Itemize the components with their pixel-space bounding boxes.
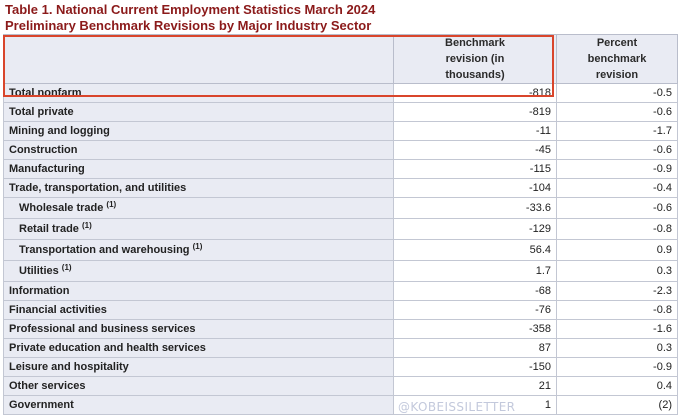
row-revision: -33.6 [393, 197, 557, 219]
row-label-text: Mining and logging [9, 125, 110, 137]
table-row: Total nonfarm -818 -0.5 [3, 83, 678, 103]
row-label: Trade, transportation, and utilities [3, 178, 394, 198]
watermark: @KOBEISSILETTER [398, 400, 516, 414]
table-row: Leisure and hospitality -150 -0.9 [3, 357, 678, 377]
row-percent: -0.9 [556, 159, 678, 179]
row-percent: -0.4 [556, 178, 678, 198]
row-label-text: Manufacturing [9, 163, 85, 175]
footnote-marker: (1) [81, 221, 92, 230]
row-percent: -0.5 [556, 83, 678, 103]
table-row: Professional and business services -358 -1… [3, 319, 678, 339]
row-percent: -0.6 [556, 140, 678, 160]
header-label [3, 34, 394, 84]
table-row: Retail trade (1) -129 -0.8 [3, 218, 678, 240]
row-label: Wholesale trade (1) [3, 197, 394, 219]
row-label-text: Professional and business services [9, 323, 196, 335]
row-label: Other services [3, 376, 394, 396]
row-label-text: Other services [9, 380, 86, 392]
footnote-marker: (1) [192, 242, 203, 251]
table-subtitle: Preliminary Benchmark Revisions by Major… [5, 18, 372, 33]
row-percent: -0.8 [556, 300, 678, 320]
row-revision: -104 [393, 178, 557, 198]
row-percent: -0.9 [556, 357, 678, 377]
row-label-text: Leisure and hospitality [9, 361, 129, 373]
row-label-text: Wholesale trade [19, 202, 104, 214]
benchmark-revisions-table: Benchmark revision (in thousands) Percen… [3, 34, 678, 415]
row-label: Financial activities [3, 300, 394, 320]
row-label: Private education and health services [3, 338, 394, 358]
row-label-text: Transportation and warehousing [19, 244, 190, 256]
table-row: Information -68 -2.3 [3, 281, 678, 301]
table-row: Mining and logging -11 -1.7 [3, 121, 678, 141]
footnote-marker: (1) [61, 263, 72, 272]
row-percent: 0.3 [556, 260, 678, 282]
row-label-text: Private education and health services [9, 342, 206, 354]
row-revision: 87 [393, 338, 557, 358]
table-row: Transportation and warehousing (1) 56.4 0.… [3, 239, 678, 261]
row-label-text: Retail trade [19, 223, 79, 235]
header-revision: Benchmark revision (in thousands) [393, 34, 557, 84]
row-label-text: Construction [9, 144, 78, 156]
row-percent: (2) [556, 395, 678, 415]
row-label-text: Information [9, 285, 70, 297]
row-label-text: Utilities [19, 265, 59, 277]
title-block: Table 1. National Current Employment Sta… [5, 2, 375, 34]
row-revision: -150 [393, 357, 557, 377]
row-label: Total private [3, 102, 394, 122]
row-label: Manufacturing [3, 159, 394, 179]
footnote-marker: (1) [106, 200, 117, 209]
row-percent: -0.6 [556, 197, 678, 219]
row-revision: -68 [393, 281, 557, 301]
row-revision: -358 [393, 319, 557, 339]
table-row: Utilities (1) 1.7 0.3 [3, 260, 678, 282]
row-label: Government [3, 395, 394, 415]
row-revision: 1.7 [393, 260, 557, 282]
row-label: Retail trade (1) [3, 218, 394, 240]
row-label-text: Trade, transportation, and utilities [9, 182, 187, 194]
header-percent: Percent benchmark revision [556, 34, 678, 84]
row-revision: -115 [393, 159, 557, 179]
row-percent: -0.6 [556, 102, 678, 122]
table-row: Private education and health services 87 0… [3, 338, 678, 358]
row-revision: -819 [393, 102, 557, 122]
table-row: Total private -819 -0.6 [3, 102, 678, 122]
table-row: Financial activities -76 -0.8 [3, 300, 678, 320]
row-percent: -1.6 [556, 319, 678, 339]
table-row: Trade, transportation, and utilities -104… [3, 178, 678, 198]
row-label-text: Government [9, 399, 74, 411]
header-row: Benchmark revision (in thousands) Percen… [3, 34, 678, 84]
row-revision: -818 [393, 83, 557, 103]
row-revision: 56.4 [393, 239, 557, 261]
row-percent: 0.4 [556, 376, 678, 396]
row-label: Mining and logging [3, 121, 394, 141]
table-row: Construction -45 -0.6 [3, 140, 678, 160]
row-percent: -2.3 [556, 281, 678, 301]
table-row: Government 1 (2) [3, 395, 678, 415]
row-percent: 0.9 [556, 239, 678, 261]
table-title: Table 1. National Current Employment Sta… [5, 2, 376, 17]
row-percent: -0.8 [556, 218, 678, 240]
row-label: Leisure and hospitality [3, 357, 394, 377]
row-revision: 21 [393, 376, 557, 396]
row-label: Total nonfarm [3, 83, 394, 103]
row-revision: -129 [393, 218, 557, 240]
table-row: Manufacturing -115 -0.9 [3, 159, 678, 179]
row-label: Information [3, 281, 394, 301]
row-percent: -1.7 [556, 121, 678, 141]
row-label-text: Financial activities [9, 304, 107, 316]
table-row: Other services 21 0.4 [3, 376, 678, 396]
table-row: Wholesale trade (1) -33.6 -0.6 [3, 197, 678, 219]
row-revision: -45 [393, 140, 557, 160]
row-label: Construction [3, 140, 394, 160]
row-revision: -11 [393, 121, 557, 141]
row-percent: 0.3 [556, 338, 678, 358]
row-label: Utilities (1) [3, 260, 394, 282]
row-revision: -76 [393, 300, 557, 320]
row-label-text: Total private [9, 106, 74, 118]
row-label-text: Total nonfarm [9, 87, 82, 99]
row-label: Professional and business services [3, 319, 394, 339]
row-label: Transportation and warehousing (1) [3, 239, 394, 261]
